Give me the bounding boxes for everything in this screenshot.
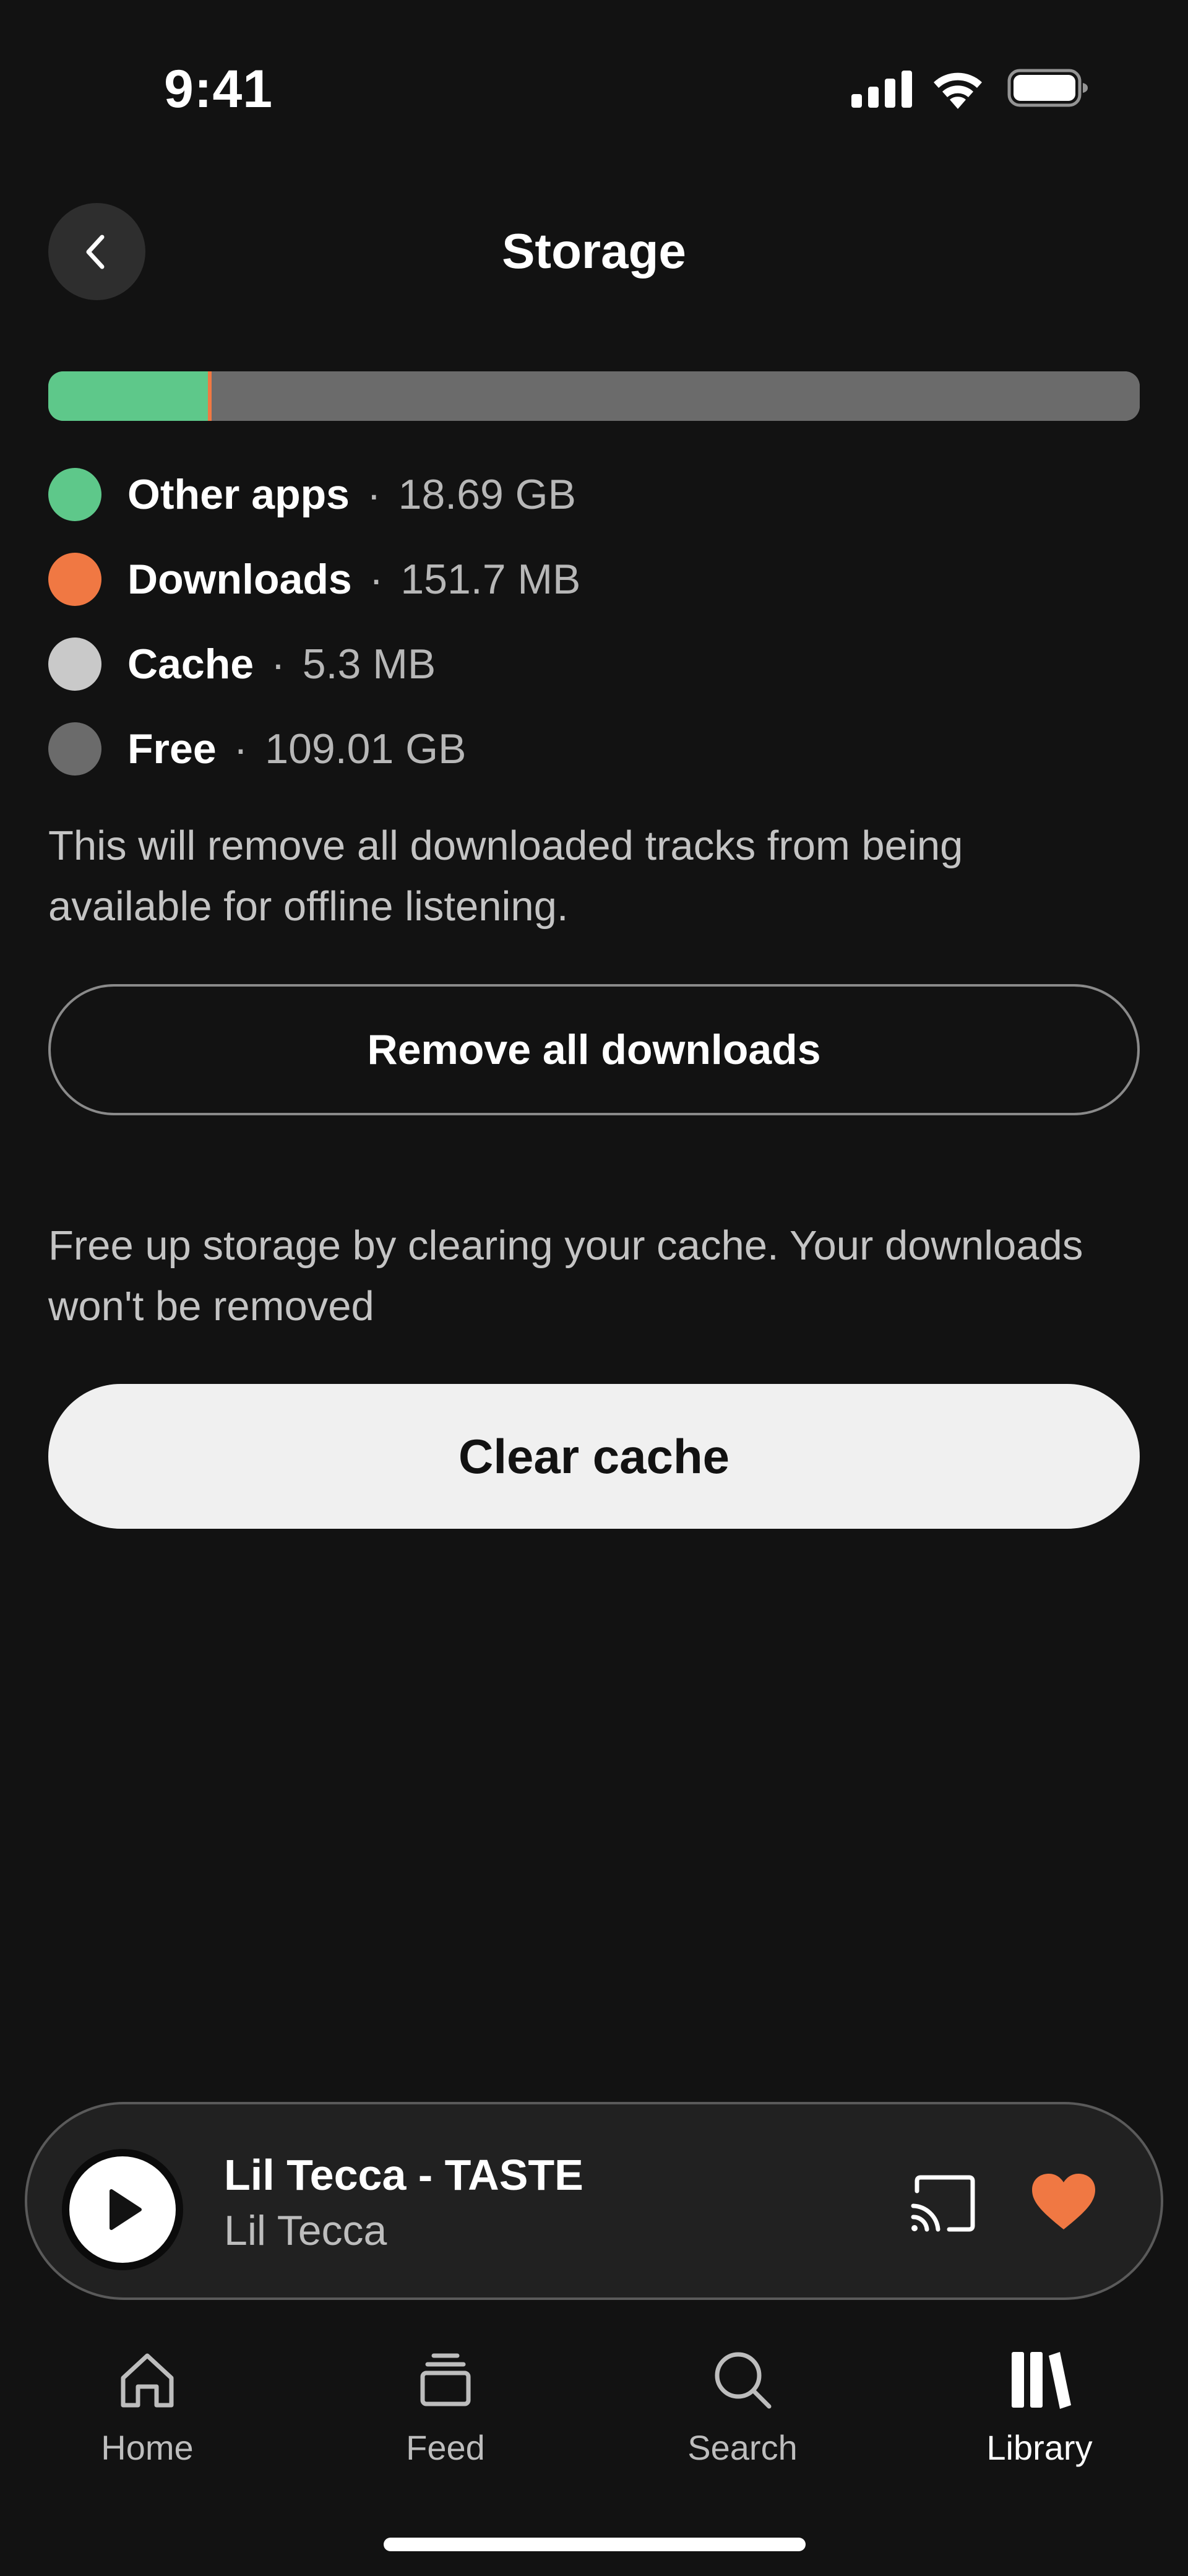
legend-label: Other apps <box>127 470 350 518</box>
search-icon <box>715 2352 772 2409</box>
mini-player[interactable] <box>25 2102 1163 2300</box>
battery-icon <box>1007 69 1088 107</box>
tab-home[interactable]: Home <box>54 2346 240 2468</box>
tab-feed[interactable]: Feed <box>353 2346 538 2468</box>
wifi-icon <box>934 72 982 109</box>
legend-dot-icon <box>48 637 101 691</box>
legend-dot-icon <box>48 552 101 606</box>
legend-separator: · <box>369 555 384 603</box>
legend-separator: · <box>271 640 285 688</box>
play-button[interactable] <box>62 2149 183 2270</box>
tab-label: Home <box>101 2428 194 2467</box>
legend-dot-icon <box>48 467 101 521</box>
tab-label: Library <box>986 2428 1093 2467</box>
feed-icon <box>420 2353 471 2406</box>
storage-usage-bar <box>48 371 1140 421</box>
legend-dot-icon <box>48 722 101 776</box>
tab-label: Search <box>687 2428 798 2467</box>
legend-size: 18.69 GB <box>398 470 576 518</box>
play-button-face <box>69 2156 176 2263</box>
page-title: Storage <box>502 223 686 279</box>
cellular-signal-icon <box>851 69 912 108</box>
cast-icon[interactable] <box>908 2174 976 2233</box>
home-indicator[interactable] <box>384 2538 806 2551</box>
storage-bar-segment-other-apps <box>48 371 208 421</box>
remove-downloads-description: This will remove all downloaded tracks f… <box>48 823 963 930</box>
legend-item-downloads: Downloads · 151.7 MB <box>48 537 1100 621</box>
legend-item-free: Free · 109.01 GB <box>48 706 1100 791</box>
track-artist: Lil Tecca <box>224 2207 387 2254</box>
legend-size: 5.3 MB <box>302 640 436 688</box>
legend-item-other-apps: Other apps · 18.69 GB <box>48 452 1100 537</box>
legend-separator: · <box>233 725 248 772</box>
legend-item-cache: Cache · 5.3 MB <box>48 621 1100 706</box>
legend-label: Free <box>127 725 217 772</box>
tab-library[interactable]: Library <box>947 2346 1132 2468</box>
legend-label: Downloads <box>127 555 352 603</box>
play-icon <box>110 2189 142 2230</box>
tab-search[interactable]: Search <box>650 2346 835 2468</box>
storage-legend: Other apps · 18.69 GB Downloads · 151.7 … <box>48 452 1100 791</box>
home-icon <box>121 2353 174 2408</box>
remove-all-downloads-button[interactable]: Remove all downloads <box>48 984 1140 1115</box>
clear-cache-button[interactable]: Clear cache <box>48 1384 1140 1529</box>
legend-size: 109.01 GB <box>265 725 467 772</box>
status-time: 9:41 <box>164 59 273 119</box>
track-title: Lil Tecca - TASTE <box>224 2151 583 2199</box>
heart-icon[interactable] <box>1030 2171 1098 2233</box>
legend-separator: · <box>366 470 381 518</box>
clear-cache-description: Free up storage by clearing your cache. … <box>48 1222 1083 1329</box>
tab-label: Feed <box>406 2428 485 2467</box>
legend-label: Cache <box>127 640 254 688</box>
legend-size: 151.7 MB <box>400 555 581 603</box>
library-icon <box>1012 2352 1071 2409</box>
storage-bar-segment-free <box>212 371 1140 421</box>
